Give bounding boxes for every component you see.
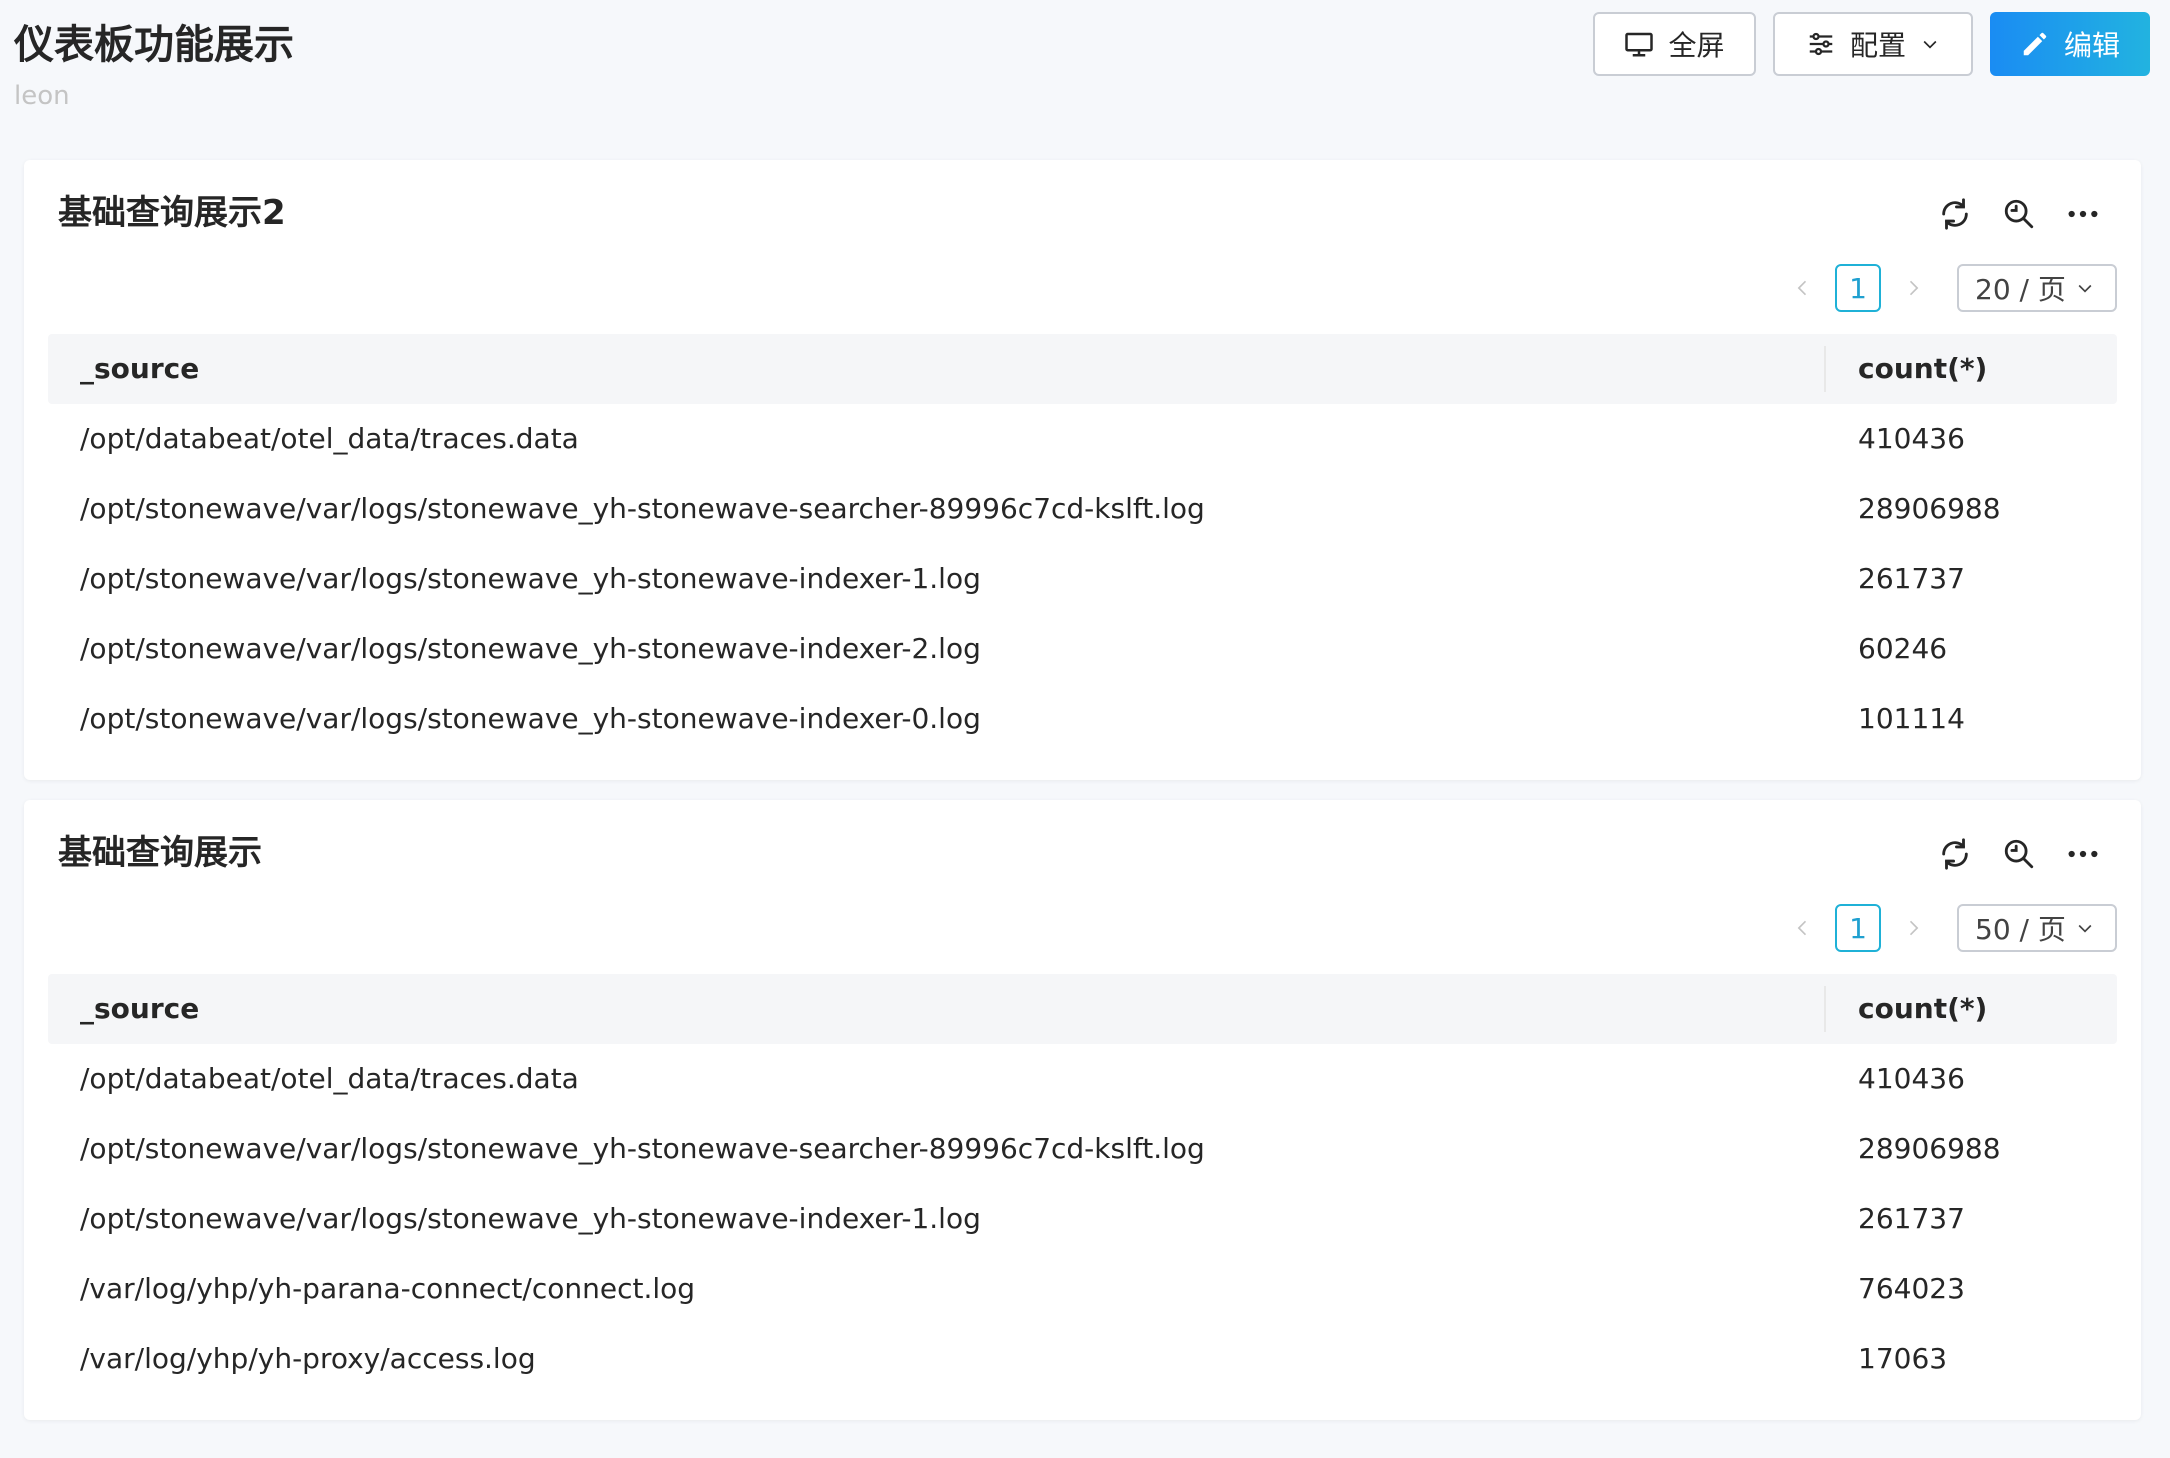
chevron-down-icon <box>2075 278 2095 298</box>
table-header: _source count(*) <box>48 974 2117 1044</box>
edit-button[interactable]: 编辑 <box>1990 12 2150 76</box>
fullscreen-label: 全屏 <box>1668 29 1725 62</box>
monitor-icon <box>1624 29 1654 59</box>
zoom-in-icon[interactable] <box>2001 196 2037 232</box>
config-dropdown-button[interactable]: 配置 <box>1773 12 1973 76</box>
table-row: /opt/stonewave/var/logs/stonewave_yh-sto… <box>48 684 2117 754</box>
sliders-icon <box>1806 29 1836 59</box>
table-row: /opt/stonewave/var/logs/stonewave_yh-sto… <box>48 1184 2117 1254</box>
count-cell: 28906988 <box>1858 492 2001 525</box>
count-cell: 261737 <box>1858 562 1965 595</box>
table-row: /opt/databeat/otel_data/traces.data 4104… <box>48 1044 2117 1114</box>
source-cell: /opt/databeat/otel_data/traces.data <box>80 422 579 455</box>
panel-title: 基础查询展示 <box>58 833 262 873</box>
count-cell: 17063 <box>1858 1342 1948 1375</box>
source-cell: /var/log/yhp/yh-parana-connect/connect.l… <box>80 1272 696 1305</box>
pagination: 1 20 / 页 <box>1787 264 2117 312</box>
pencil-icon <box>2020 29 2050 59</box>
panel-title: 基础查询展示2 <box>58 193 286 233</box>
table-row: /opt/databeat/otel_data/traces.data 4104… <box>48 404 2117 474</box>
config-label: 配置 <box>1849 29 1906 62</box>
table-row: /var/log/yhp/yh-proxy/access.log 17063 <box>48 1324 2117 1394</box>
column-header-source[interactable]: _source <box>48 986 1826 1032</box>
source-cell: /opt/stonewave/var/logs/stonewave_yh-sto… <box>80 702 981 735</box>
source-cell: /opt/stonewave/var/logs/stonewave_yh-sto… <box>80 632 981 665</box>
panel-toolbar <box>1937 836 2101 872</box>
source-cell: /opt/stonewave/var/logs/stonewave_yh-sto… <box>80 1132 1205 1165</box>
prev-page-icon[interactable] <box>1787 904 1819 952</box>
chevron-down-icon <box>2075 918 2095 938</box>
table-row: /opt/stonewave/var/logs/stonewave_yh-sto… <box>48 614 2117 684</box>
zoom-in-icon[interactable] <box>2001 836 2037 872</box>
source-cell: /opt/databeat/otel_data/traces.data <box>80 1062 579 1095</box>
header-actions: 全屏 配置 编辑 <box>1593 12 2150 76</box>
next-page-icon[interactable] <box>1897 264 1929 312</box>
chevron-down-icon <box>1920 34 1940 54</box>
more-icon[interactable] <box>2065 836 2101 872</box>
count-cell: 764023 <box>1858 1272 1965 1305</box>
current-page[interactable]: 1 <box>1835 264 1881 312</box>
count-cell: 101114 <box>1858 702 1965 735</box>
current-page[interactable]: 1 <box>1835 904 1881 952</box>
source-cell: /opt/stonewave/var/logs/stonewave_yh-sto… <box>80 562 981 595</box>
query-panel: 基础查询展示2 1 20 / 页 _source count(*) /opt/d… <box>24 160 2141 780</box>
count-cell: 410436 <box>1858 422 1965 455</box>
page-size-select[interactable]: 50 / 页 <box>1957 904 2117 952</box>
page-size-value: 50 / 页 <box>1975 913 2066 946</box>
table-row: /opt/stonewave/var/logs/stonewave_yh-sto… <box>48 474 2117 544</box>
table-row: /opt/stonewave/var/logs/stonewave_yh-sto… <box>48 544 2117 614</box>
count-cell: 28906988 <box>1858 1132 2001 1165</box>
table-row: /var/log/yhp/yh-parana-connect/connect.l… <box>48 1254 2117 1324</box>
page-size-value: 20 / 页 <box>1975 273 2066 306</box>
next-page-icon[interactable] <box>1897 904 1929 952</box>
count-cell: 261737 <box>1858 1202 1965 1235</box>
prev-page-icon[interactable] <box>1787 264 1819 312</box>
count-cell: 60246 <box>1858 632 1948 665</box>
page-title: 仪表板功能展示 <box>14 22 294 68</box>
more-icon[interactable] <box>2065 196 2101 232</box>
source-cell: /var/log/yhp/yh-proxy/access.log <box>80 1342 536 1375</box>
pagination: 1 50 / 页 <box>1787 904 2117 952</box>
column-header-count[interactable]: count(*) <box>1826 352 2117 386</box>
fullscreen-button[interactable]: 全屏 <box>1593 12 1756 76</box>
table-header: _source count(*) <box>48 334 2117 404</box>
source-cell: /opt/stonewave/var/logs/stonewave_yh-sto… <box>80 1202 981 1235</box>
edit-label: 编辑 <box>2063 29 2120 62</box>
column-header-source[interactable]: _source <box>48 346 1826 392</box>
refresh-icon[interactable] <box>1937 196 1973 232</box>
count-cell: 410436 <box>1858 1062 1965 1095</box>
results-table: _source count(*) /opt/databeat/otel_data… <box>48 334 2117 754</box>
column-header-count[interactable]: count(*) <box>1826 992 2117 1026</box>
page-owner: leon <box>14 81 70 111</box>
query-panel: 基础查询展示 1 50 / 页 _source count(*) /opt/da… <box>24 800 2141 1420</box>
table-row: /opt/stonewave/var/logs/stonewave_yh-sto… <box>48 1114 2117 1184</box>
page-size-select[interactable]: 20 / 页 <box>1957 264 2117 312</box>
refresh-icon[interactable] <box>1937 836 1973 872</box>
source-cell: /opt/stonewave/var/logs/stonewave_yh-sto… <box>80 492 1205 525</box>
panel-toolbar <box>1937 196 2101 232</box>
results-table: _source count(*) /opt/databeat/otel_data… <box>48 974 2117 1394</box>
